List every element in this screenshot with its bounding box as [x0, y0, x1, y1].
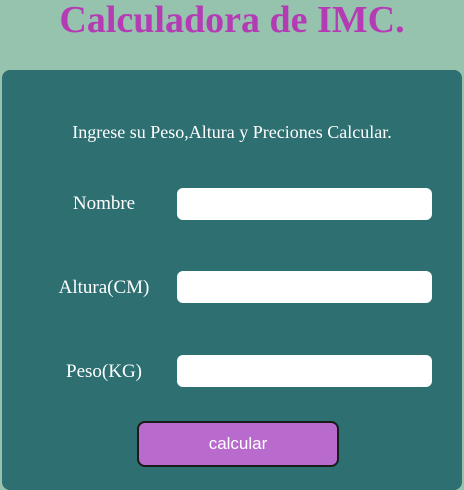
name-input[interactable]: [177, 188, 432, 220]
height-input[interactable]: [177, 271, 432, 303]
height-label: Altura(CM): [58, 277, 150, 298]
weight-input[interactable]: [177, 355, 432, 387]
page-title: Calculadora de IMC.: [59, 0, 405, 41]
weight-label: Peso(KG): [66, 361, 142, 382]
bmi-form-panel: Ingrese su Peso,Altura y Preciones Calcu…: [2, 70, 462, 490]
instructions-text: Ingrese su Peso,Altura y Preciones Calcu…: [72, 122, 392, 142]
calculate-button[interactable]: calcular: [137, 421, 339, 467]
name-label: Nombre: [72, 193, 136, 214]
